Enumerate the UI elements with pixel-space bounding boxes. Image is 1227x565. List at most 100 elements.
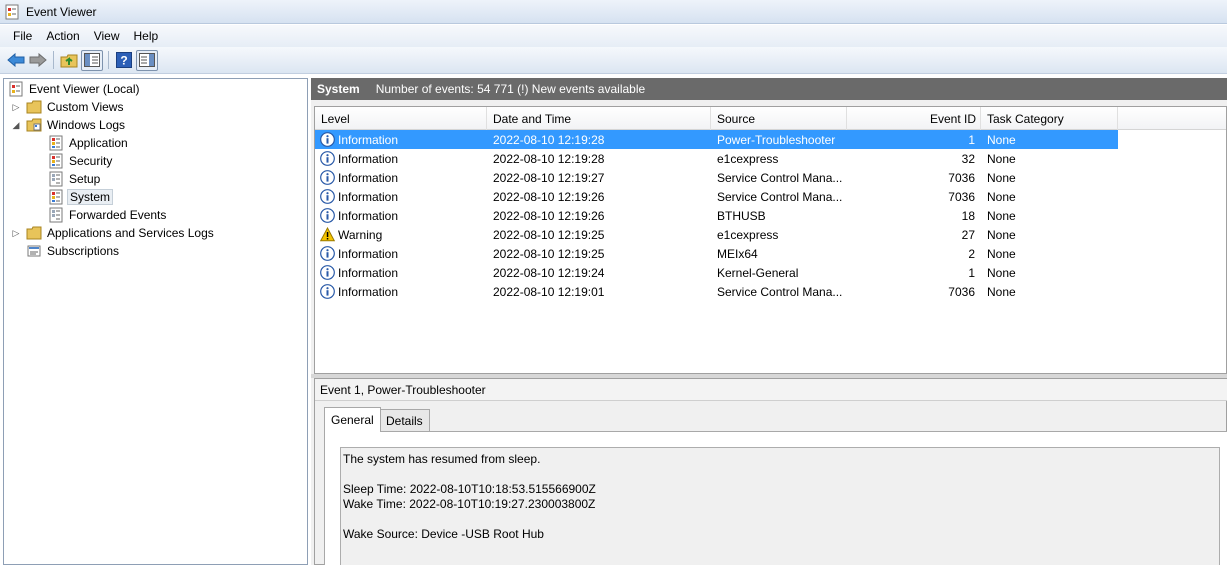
tree-item-event-viewer-local[interactable]: Event Viewer (Local) [8, 80, 142, 98]
column-header-event-id[interactable]: Event ID [847, 107, 981, 130]
cell-source: Power-Troubleshooter [717, 132, 836, 147]
console-tree-icon [84, 53, 100, 67]
column-header-date-time[interactable]: Date and Time [487, 107, 711, 130]
subscriptions-icon [26, 243, 42, 259]
expand-arrow-icon[interactable]: ▷ [10, 101, 22, 113]
log-icon [48, 171, 64, 187]
cell-level: Information [320, 168, 480, 187]
info-icon [320, 132, 335, 147]
level-text: Information [338, 151, 399, 166]
log-name: System [317, 82, 360, 96]
menu-file[interactable]: File [6, 29, 39, 43]
toolbar-separator [53, 51, 54, 69]
event-count-summary: Number of events: 54 771 (!) New events … [375, 82, 646, 96]
cell-task-category: None [987, 246, 1016, 261]
cell-source: e1cexpress [717, 151, 779, 166]
tree-item-security[interactable]: Security [48, 152, 114, 170]
tree-item-forwarded-events[interactable]: Forwarded Events [48, 206, 168, 224]
tree-item-setup[interactable]: Setup [48, 170, 102, 188]
info-icon [320, 151, 335, 166]
column-header-level[interactable]: Level [315, 107, 487, 130]
back-arrow-icon [7, 53, 25, 67]
event-detail-title: Event 1, Power-Troubleshooter [315, 379, 1227, 401]
title-bar: Event Viewer [0, 0, 1227, 24]
cell-level: Information [320, 206, 480, 225]
collapse-arrow-icon[interactable]: ◢ [10, 119, 22, 131]
table-row[interactable]: Information 2022-08-10 12:19:28 Power-Trou… [315, 130, 1118, 149]
table-row[interactable]: Information 2022-08-10 12:19:01 Service Co… [315, 282, 1118, 301]
tree-item-custom-views[interactable]: ▷ Custom Views [10, 98, 125, 116]
cell-date-time: 2022-08-10 12:19:28 [493, 151, 605, 166]
cell-source: Kernel-General [717, 265, 799, 280]
cell-event-id: 2 [968, 246, 975, 261]
cell-task-category: None [987, 151, 1016, 166]
event-message-box[interactable]: The system has resumed from sleep. Sleep… [340, 447, 1220, 565]
cell-date-time: 2022-08-10 12:19:25 [493, 246, 605, 261]
cell-date-time: 2022-08-10 12:19:26 [493, 189, 605, 204]
forward-arrow-icon [29, 53, 47, 67]
expand-arrow-icon[interactable]: ▷ [10, 227, 22, 239]
cell-task-category: None [987, 189, 1016, 204]
table-row[interactable]: Information 2022-08-10 12:19:26 BTHUSB 18 No… [315, 206, 1118, 225]
cell-task-category: None [987, 284, 1016, 299]
menu-action[interactable]: Action [39, 29, 86, 43]
table-row[interactable]: Warning 2022-08-10 12:19:25 e1cexpress 27 No… [315, 225, 1118, 244]
show-hide-console-tree-button[interactable] [81, 49, 103, 71]
log-icon [48, 153, 64, 169]
log-icon [48, 189, 64, 205]
table-row[interactable]: Information 2022-08-10 12:19:27 Service Co… [315, 168, 1118, 187]
tab-details[interactable]: Details [379, 409, 430, 431]
events-grid[interactable]: Level Date and Time Source Event ID Task… [314, 106, 1227, 374]
log-icon [48, 135, 64, 151]
level-text: Information [338, 208, 399, 223]
level-text: Information [338, 170, 399, 185]
cell-level: Warning [319, 225, 480, 244]
windows-logs-folder-icon [26, 117, 42, 133]
cell-level: Information [320, 244, 480, 263]
cell-level: Information [320, 130, 480, 149]
cell-date-time: 2022-08-10 12:19:28 [493, 132, 605, 147]
up-folder-button[interactable] [59, 50, 79, 70]
toolbar-separator [108, 51, 109, 69]
tree-item-system[interactable]: System [48, 188, 114, 206]
cell-date-time: 2022-08-10 12:19:24 [493, 265, 605, 280]
forward-button[interactable] [28, 50, 48, 70]
info-icon [320, 208, 335, 223]
show-hide-action-pane-button[interactable] [136, 49, 158, 71]
cell-source: e1cexpress [717, 227, 779, 242]
cell-task-category: None [987, 170, 1016, 185]
tree-item-application[interactable]: Application [48, 134, 130, 152]
event-viewer-icon [8, 81, 24, 97]
message-line: The system has resumed from sleep. [343, 452, 541, 466]
cell-source: MEIx64 [717, 246, 758, 261]
message-line [343, 467, 1217, 482]
table-row[interactable]: Information 2022-08-10 12:19:28 e1cexpress… [315, 149, 1118, 168]
column-header-source[interactable]: Source [711, 107, 847, 130]
table-row[interactable]: Information 2022-08-10 12:19:25 MEIx64 2 Non… [315, 244, 1118, 263]
cell-source: Service Control Mana... [717, 170, 843, 185]
back-button[interactable] [6, 50, 26, 70]
message-line [343, 512, 1217, 527]
table-row[interactable]: Information 2022-08-10 12:19:24 Kernel-Gen… [315, 263, 1118, 282]
tab-general[interactable]: General [324, 407, 381, 432]
help-icon: ? [116, 52, 132, 68]
cell-event-id: 1 [968, 132, 975, 147]
folder-up-icon [60, 54, 78, 68]
main-pane: System Number of events: 54 771 (!) New … [311, 78, 1227, 565]
cell-event-id: 27 [961, 227, 975, 242]
cell-event-id: 7036 [948, 284, 975, 299]
cell-level: Information [320, 282, 480, 301]
log-icon [48, 207, 64, 223]
column-header-task-category[interactable]: Task Category [981, 107, 1118, 130]
level-text: Information [338, 189, 399, 204]
help-button[interactable]: ? [114, 50, 134, 70]
table-row[interactable]: Information 2022-08-10 12:19:26 Service Co… [315, 187, 1118, 206]
cell-task-category: None [987, 208, 1016, 223]
tree-item-subscriptions[interactable]: Subscriptions [26, 242, 121, 260]
tree-item-applications-services-logs[interactable]: ▷ Applications and Services Logs [10, 224, 216, 242]
menu-help[interactable]: Help [127, 29, 166, 43]
menu-view[interactable]: View [87, 29, 127, 43]
message-line: Sleep Time: 2022-08-10T10:18:53.51556690… [343, 482, 596, 496]
console-tree[interactable]: Event Viewer (Local) ▷ Custom Views ◢ Wi… [3, 78, 308, 565]
tree-item-windows-logs[interactable]: ◢ Windows Logs [10, 116, 127, 134]
